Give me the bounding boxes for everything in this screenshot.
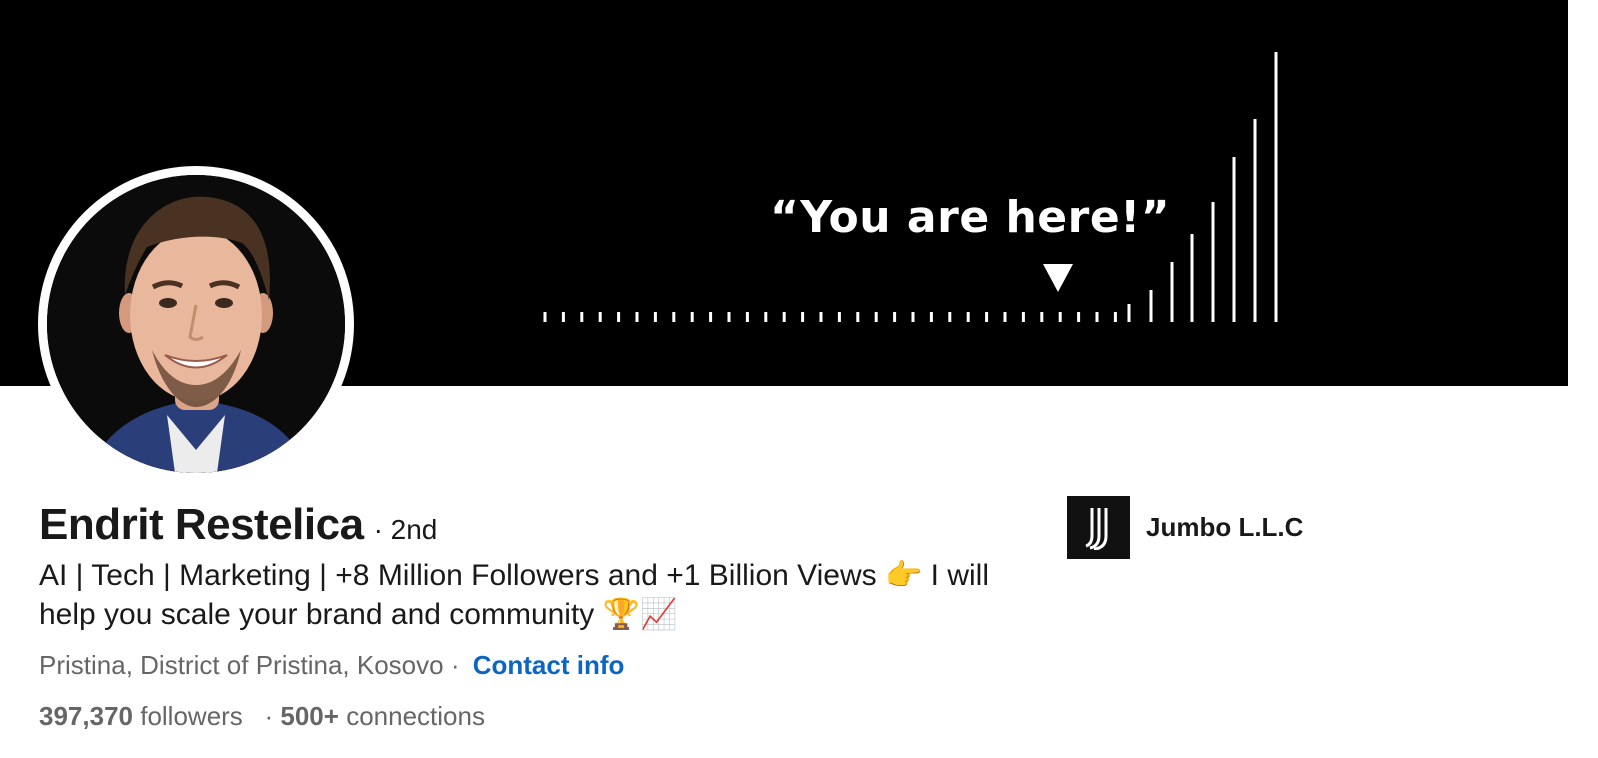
contact-info-link[interactable]: Contact info xyxy=(473,650,625,680)
profile-headline: AI | Tech | Marketing | +8 Million Follo… xyxy=(39,559,990,631)
triangle-down-icon xyxy=(1043,264,1073,292)
connection-degree: · 2nd xyxy=(373,514,438,545)
profile-location: Pristina, District of Pristina, Kosovo xyxy=(39,650,444,680)
profile-photo xyxy=(47,175,345,473)
banner-quote: “You are here!” xyxy=(770,192,1171,243)
company-name: Jumbo L.L.C xyxy=(1146,512,1304,542)
followers-label: followers xyxy=(140,701,243,731)
stats-separator: · xyxy=(264,701,274,731)
connections-count: 500+ xyxy=(280,701,339,731)
avatar[interactable] xyxy=(47,175,345,473)
connections-link[interactable]: 500+ connections xyxy=(280,701,485,731)
location-separator: · xyxy=(450,650,460,680)
jumbo-logo-icon xyxy=(1067,496,1130,559)
followers-count: 397,370 xyxy=(39,701,133,731)
current-company[interactable]: Jumbo L.L.C xyxy=(1067,496,1303,559)
profile-name: Endrit Restelica xyxy=(39,500,364,549)
connections-label: connections xyxy=(346,701,485,731)
profile-name-row: Endrit Restelica · 2nd xyxy=(39,500,437,550)
stats-row: 397,370 followers · 500+ connections xyxy=(39,701,485,732)
location-row: Pristina, District of Pristina, Kosovo ·… xyxy=(39,650,624,681)
